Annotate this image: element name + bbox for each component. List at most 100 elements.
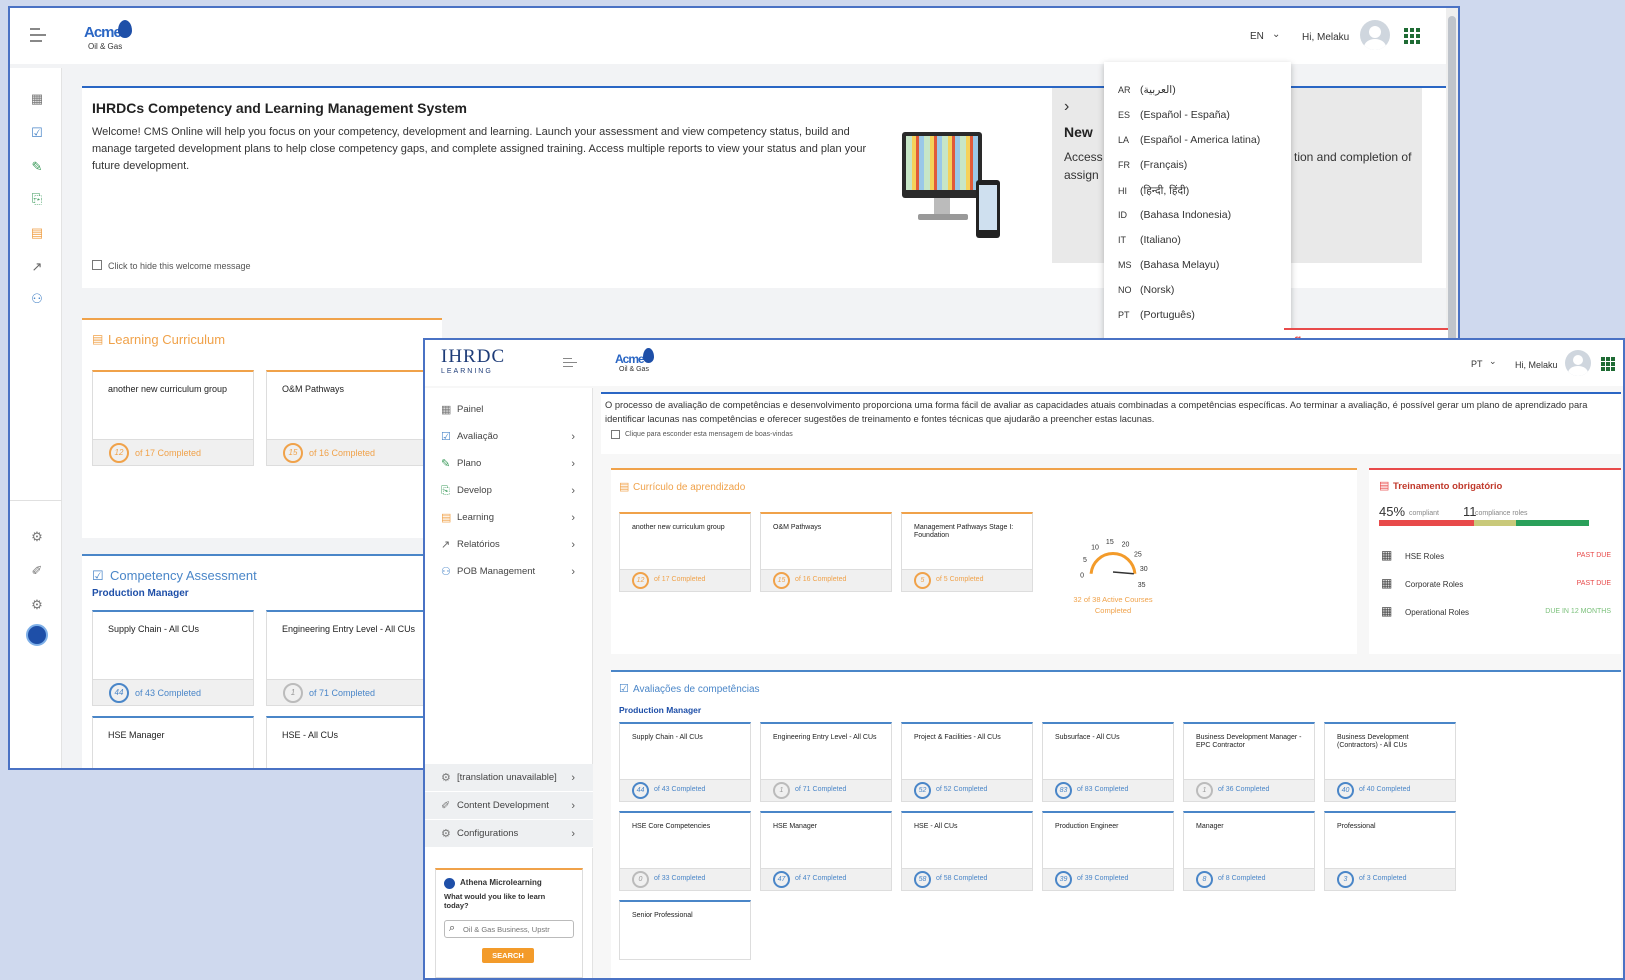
avatar[interactable] xyxy=(1565,350,1591,376)
athena-search-button[interactable]: SEARCH xyxy=(482,948,534,963)
mandatory-row[interactable]: ▦ Corporate Roles PAST DUE xyxy=(1379,576,1611,594)
icon-sidebar: ▦ ☑ ✎ ⎘ ▤ ↗ ⚇ ⚙ ✐ ⚙ xyxy=(10,68,62,768)
athena-globe-icon[interactable] xyxy=(26,624,48,646)
competency-card[interactable]: HSE Manager xyxy=(92,716,254,768)
sidebar-item-pob[interactable]: ⚇ POB Management › xyxy=(425,558,593,586)
calendar-icon: ▦ xyxy=(1381,576,1393,590)
role-status: PAST DUE xyxy=(1576,552,1611,559)
assessment-icon[interactable]: ☑ xyxy=(28,124,46,142)
compliance-bar xyxy=(1379,520,1589,526)
sidebar-bottom-item[interactable]: ⚙ Configurations › xyxy=(425,820,593,848)
progress-ring: 44 xyxy=(632,782,649,799)
dashboard-icon[interactable]: ▦ xyxy=(28,90,46,108)
curriculum-card[interactable]: O&M Pathways 15 of 16 Completed xyxy=(266,370,428,466)
lang-name: (Norsk) xyxy=(1140,284,1175,296)
curriculum-card[interactable]: another new curriculum group 12 of 17 Com… xyxy=(92,370,254,466)
hide-welcome-label: Clique para esconder esta mensagem de bo… xyxy=(625,431,793,438)
competency-card[interactable]: Senior Professional xyxy=(619,900,751,960)
athena-search-field[interactable]: ⌕ xyxy=(444,920,574,938)
hide-welcome-checkbox[interactable] xyxy=(92,260,102,270)
competency-card[interactable]: Production Engineer 39 of 39 Completed xyxy=(1042,811,1174,891)
completed-text: of 17 Completed xyxy=(654,576,706,583)
sidebar-item-plan[interactable]: ✎ Plano › xyxy=(425,450,593,478)
lang-option[interactable]: ID (Bahasa Indonesia) xyxy=(1118,209,1231,221)
progress-ring: 40 xyxy=(1337,782,1354,799)
competency-card[interactable]: Subsurface - All CUs 83 of 83 Completed xyxy=(1042,722,1174,802)
lang-name: (Español - España) xyxy=(1140,109,1230,121)
sidebar-bottom-item[interactable]: ✐ Content Development › xyxy=(425,792,593,820)
completed-text: of 3 Completed xyxy=(1359,875,1407,882)
plan-icon[interactable]: ✎ xyxy=(28,158,46,176)
mandatory-row[interactable]: ▦ HSE Roles PAST DUE xyxy=(1379,548,1611,566)
configurations-icon[interactable]: ⚙ xyxy=(28,596,46,614)
lang-option[interactable]: ES (Español - España) xyxy=(1118,109,1230,121)
completed-text: of 36 Completed xyxy=(1218,786,1270,793)
competency-card[interactable]: Supply Chain - All CUs 44 of 43 Completed xyxy=(619,722,751,802)
competency-card[interactable]: HSE Manager 47 of 47 Completed xyxy=(760,811,892,891)
competency-card[interactable]: HSE - All CUs xyxy=(266,716,428,768)
sidebar-item-assessment[interactable]: ☑ Avaliação › xyxy=(425,423,593,451)
athena-search-input[interactable] xyxy=(463,923,571,935)
competency-card[interactable]: Business Development Manager - EPC Contr… xyxy=(1183,722,1315,802)
lang-selector[interactable]: PT xyxy=(1471,359,1483,369)
completed-text: of 43 Completed xyxy=(135,688,202,698)
sidebar-item-dashboard[interactable]: ▦ Painel xyxy=(425,396,593,424)
sidebar-item-learning[interactable]: ▤ Learning › xyxy=(425,504,593,532)
ihrdc-logo[interactable]: IHRDC LEARNING xyxy=(441,346,505,375)
pob-icon[interactable]: ⚇ xyxy=(28,290,46,308)
card-title: Supply Chain - All CUs xyxy=(108,624,200,634)
acme-logo[interactable]: Acme Oil & Gas xyxy=(84,18,144,54)
lang-option[interactable]: MS (Bahasa Melayu) xyxy=(1118,259,1219,271)
lang-option[interactable]: HI (हिन्दी, हिंदी) xyxy=(1118,184,1189,198)
reports-icon[interactable]: ↗ xyxy=(28,258,46,276)
competency-card[interactable]: Manager 8 of 8 Completed xyxy=(1183,811,1315,891)
progress-ring: 47 xyxy=(773,871,790,888)
learning-icon[interactable]: ▤ xyxy=(28,224,46,242)
sidebar-bottom-item[interactable]: ⚙ [translation unavailable] › xyxy=(425,764,593,792)
ihrdc-sub: LEARNING xyxy=(441,368,493,375)
lang-option[interactable]: NO (Norsk) xyxy=(1118,284,1174,296)
competency-card[interactable]: HSE Core Competencies 0 of 33 Completed xyxy=(619,811,751,891)
competency-card[interactable]: Engineering Entry Level - All CUs 1 of 71 … xyxy=(760,722,892,802)
curriculum-card[interactable]: another new curriculum group 12 of 17 Comp… xyxy=(619,512,751,592)
sidebar-item-reports[interactable]: ↗ Relatórios › xyxy=(425,531,593,559)
hide-welcome-checkbox[interactable] xyxy=(611,430,620,439)
chevron-right-icon[interactable]: › xyxy=(1064,98,1069,116)
hamburger-icon[interactable] xyxy=(30,28,46,42)
sidebar-item-develop[interactable]: ⎘ Develop › xyxy=(425,477,593,505)
lang-name: (Português) xyxy=(1140,309,1195,321)
mandatory-row[interactable]: ▦ Operational Roles DUE IN 12 MONTHS xyxy=(1379,604,1611,622)
language-dropdown[interactable]: AR (العربية) ES (Español - España) LA (Españo… xyxy=(1104,62,1291,346)
promo-line1: Access xyxy=(1064,150,1103,164)
competency-panel: ☑ Competency Assessment Production Manag… xyxy=(82,554,442,768)
lang-option[interactable]: IT (Italiano) xyxy=(1118,234,1181,246)
chevron-down-icon[interactable]: ⌄ xyxy=(1272,29,1280,40)
acme-logo[interactable]: Acme Oil & Gas xyxy=(615,348,665,380)
competency-card[interactable]: Supply Chain - All CUs 44 of 43 Completed xyxy=(92,610,254,706)
card-title: Professional xyxy=(1337,823,1376,830)
hamburger-icon[interactable] xyxy=(563,358,577,368)
curriculum-card[interactable]: Management Pathways Stage I: Foundation 5… xyxy=(901,512,1033,592)
apps-grid-icon[interactable] xyxy=(1404,28,1420,44)
competency-card[interactable]: Engineering Entry Level - All CUs 1 of 71… xyxy=(266,610,428,706)
gear-icon[interactable]: ⚙ xyxy=(28,528,46,546)
lang-option[interactable]: FR (Français) xyxy=(1118,159,1187,171)
ihrdc-word: IHRDC xyxy=(441,346,506,367)
apps-grid-icon[interactable] xyxy=(1601,357,1615,371)
progress-ring: 58 xyxy=(914,871,931,888)
curriculum-card[interactable]: O&M Pathways 15 of 16 Completed xyxy=(760,512,892,592)
gauge-tick-label: 35 xyxy=(1138,582,1146,589)
chevron-down-icon[interactable]: ⌄ xyxy=(1489,356,1497,367)
competency-card[interactable]: Business Development (Contractors) - All… xyxy=(1324,722,1456,802)
competency-card[interactable]: Professional 3 of 3 Completed xyxy=(1324,811,1456,891)
content-dev-icon[interactable]: ✐ xyxy=(28,562,46,580)
lang-option[interactable]: PT (Português) xyxy=(1118,309,1195,321)
lang-selector[interactable]: EN xyxy=(1250,31,1264,42)
avatar[interactable] xyxy=(1360,20,1390,50)
lang-option[interactable]: AR (العربية) xyxy=(1118,84,1176,96)
competency-card[interactable]: Project & Facilities - All CUs 52 of 52 Co… xyxy=(901,722,1033,802)
develop-icon[interactable]: ⎘ xyxy=(28,190,46,208)
competency-card[interactable]: HSE - All CUs 58 of 58 Completed xyxy=(901,811,1033,891)
lang-option[interactable]: LA (Español - America latina) xyxy=(1118,134,1260,146)
role-status: DUE IN 12 MONTHS xyxy=(1545,608,1611,615)
